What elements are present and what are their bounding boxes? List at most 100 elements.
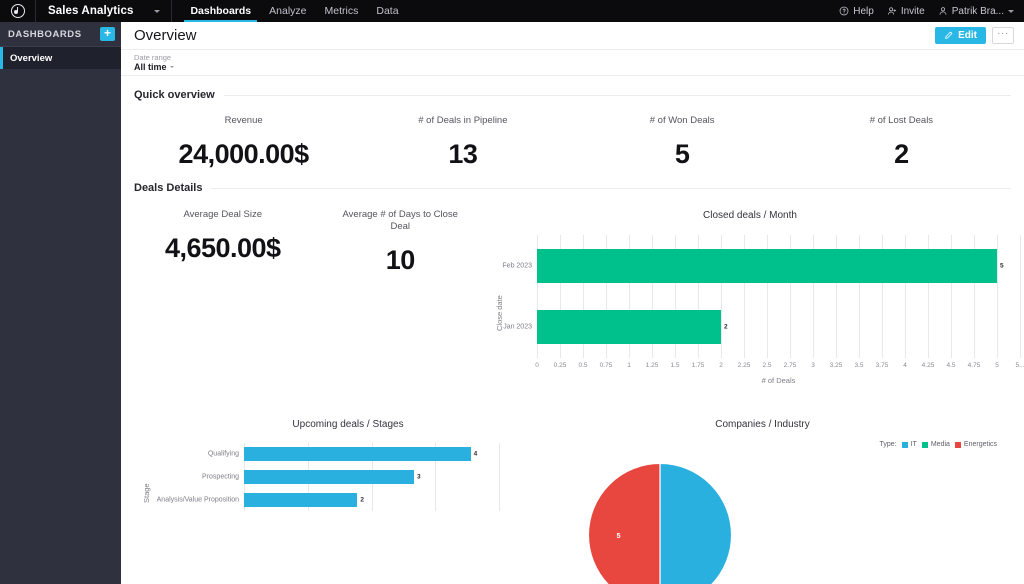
x-axis-tick-label: 3.5 [854, 362, 864, 369]
date-range-value-text: All time [134, 62, 167, 72]
date-range-filter[interactable]: Date range All time [134, 53, 174, 72]
date-range-label: Date range [134, 53, 172, 62]
chevron-down-icon [169, 66, 174, 68]
quick-overview-kpis: Revenue 24,000.00$ # of Deals in Pipelin… [134, 115, 1011, 169]
pie-slice[interactable] [587, 462, 661, 584]
more-options-button[interactable]: ··· [992, 27, 1014, 44]
bar[interactable] [537, 310, 721, 345]
sidebar-item-overview[interactable]: Overview [0, 47, 121, 69]
app-logo-icon [10, 4, 25, 18]
pie-svg: 5 [587, 462, 733, 584]
bar-value-label: 2 [724, 323, 728, 331]
kpi-average-days-to-close: Average # of Days to Close Deal 10 [312, 209, 490, 401]
kpi-lost-deals: # of Lost Deals 2 [792, 115, 1011, 169]
chart-legend: Type: IT Media Energetics [879, 441, 997, 448]
nav-item-data[interactable]: Data [367, 0, 407, 22]
x-axis-tick-label: 1.75 [691, 362, 705, 369]
kpi-value: 10 [385, 245, 416, 275]
kpi-won-deals: # of Won Deals 5 [573, 115, 792, 169]
x-axis-tick-label: 5 [995, 362, 999, 369]
pie-slice-value-label: 5 [616, 531, 620, 540]
edit-label: Edit [958, 30, 977, 41]
x-axis-tick-label: 1.5 [670, 362, 680, 369]
nav-item-metrics[interactable]: Metrics [316, 0, 368, 22]
quick-overview-section: Quick overview Revenue 24,000.00$ # of D… [121, 76, 1024, 169]
kpi-value: 24,000.00$ [178, 139, 310, 169]
x-axis-tick-label: 0.5 [578, 362, 588, 369]
bar-value-label: 2 [360, 496, 364, 504]
gridline [997, 235, 998, 358]
workspace-selector[interactable]: Sales Analytics [36, 0, 173, 22]
invite-label: Invite [900, 5, 925, 17]
legend-label: IT [910, 441, 917, 448]
account-menu[interactable]: Patrik Bra... [938, 6, 1014, 17]
quick-overview-title: Quick overview [134, 89, 215, 101]
chart-x-axis-label: # of Deals [761, 376, 796, 385]
y-axis-category-label: Jan 2023 [503, 323, 532, 331]
kpi-label: Average Deal Size [183, 209, 262, 220]
help-label: Help [853, 5, 874, 17]
x-axis-tick-label: 3 [811, 362, 815, 369]
kpi-label: Average # of Days to Close Deal [342, 209, 458, 232]
legend-label: Energetics [963, 441, 997, 448]
sidebar-header: DASHBOARDS + [0, 22, 121, 47]
page-title: Overview [134, 27, 197, 44]
legend-item-energetics[interactable]: Energetics [954, 441, 997, 448]
kpi-label: # of Deals in Pipeline [418, 115, 508, 126]
edit-button[interactable]: Edit [935, 27, 986, 44]
date-range-value: All time [134, 62, 174, 72]
chevron-down-icon [154, 9, 161, 13]
nav-item-analyze[interactable]: Analyze [260, 0, 315, 22]
deals-details-kpis: Average Deal Size 4,650.00$ Average # of… [134, 206, 489, 401]
workspace-name: Sales Analytics [48, 5, 134, 17]
divider [223, 94, 1011, 96]
bar-value-label: 5 [1000, 262, 1004, 270]
kpi-label: Revenue [224, 115, 263, 126]
top-bar: Sales Analytics Dashboards Analyze Metri… [0, 0, 1024, 22]
kpi-revenue: Revenue 24,000.00$ [134, 115, 353, 169]
legend-item-it[interactable]: IT [901, 441, 917, 448]
legend-item-media[interactable]: Media [921, 441, 950, 448]
account-label: Patrik Bra... [951, 5, 1004, 17]
main-content: Overview Edit ··· Date range All time Qu… [121, 22, 1024, 584]
gridline [499, 443, 500, 511]
x-axis-tick-label: 1.25 [645, 362, 659, 369]
sidebar-title: DASHBOARDS [8, 28, 82, 40]
chart-upcoming-deals-stages: Upcoming deals / Stages Stage 4 Qualifyin… [134, 415, 562, 511]
gridline [1020, 235, 1021, 358]
kpi-deals-in-pipeline: # of Deals in Pipeline 13 [353, 115, 572, 169]
x-axis-tick-label: 3.25 [829, 362, 843, 369]
nav-item-dashboards[interactable]: Dashboards [181, 0, 260, 22]
legend-label: Media [930, 441, 950, 448]
bar-value-label: 3 [417, 473, 421, 481]
chart-companies-industry: Companies / Industry Type: IT Media Ener… [562, 415, 1011, 584]
bar[interactable] [244, 447, 471, 462]
page-header-actions: Edit ··· [935, 27, 1014, 44]
pie-slice[interactable] [659, 462, 733, 584]
person-add-icon [887, 7, 896, 15]
y-axis-category-label: Analysis/Value Proposition [156, 496, 239, 504]
app-logo[interactable] [0, 0, 36, 22]
main-nav: Dashboards Analyze Metrics Data [181, 0, 407, 22]
chart-plot-area: 5 Feb 2023 2 Jan 2023 [502, 235, 1021, 358]
pie-chart: 5 [587, 462, 733, 584]
legend-swatch [954, 441, 961, 448]
deals-details-section: Deals Details Average Deal Size 4,650.00… [121, 169, 1024, 401]
x-axis-tick-label: 0.25 [553, 362, 567, 369]
x-axis-tick-label: 3.75 [875, 362, 889, 369]
x-axis-tick-label: 2 [719, 362, 723, 369]
invite-button[interactable]: Invite [887, 6, 925, 17]
kpi-value: 5 [674, 139, 690, 169]
x-axis-tick-label: 1 [627, 362, 631, 369]
y-axis-category-label: Feb 2023 [502, 262, 532, 270]
add-dashboard-button[interactable]: + [100, 27, 115, 41]
filter-bar: Date range All time [121, 50, 1024, 76]
top-bar-actions: Help Invite Patrik Bra... [839, 0, 1024, 22]
kpi-value: 2 [894, 139, 909, 169]
bar[interactable] [244, 470, 414, 484]
help-button[interactable]: Help [839, 6, 874, 17]
bar[interactable] [537, 248, 997, 283]
x-axis-tick-label: 0.75 [599, 362, 613, 369]
kpi-label: # of Won Deals [649, 115, 715, 126]
bar[interactable] [244, 492, 358, 507]
